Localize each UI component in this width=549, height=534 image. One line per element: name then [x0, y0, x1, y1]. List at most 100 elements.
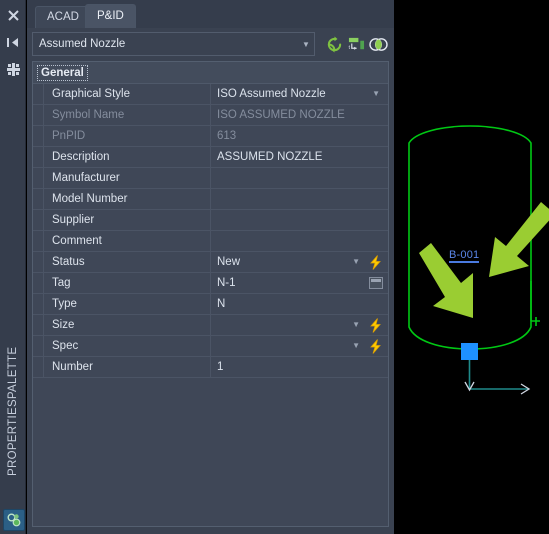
row-indent-marker — [33, 273, 44, 293]
property-label: Type — [52, 298, 77, 310]
property-value[interactable]: N — [217, 298, 225, 310]
property-label: Supplier — [52, 214, 95, 226]
property-row[interactable]: Graphical Style ISO Assumed Nozzle ▼ — [33, 84, 388, 105]
row-indent-marker — [33, 84, 44, 104]
row-indent-marker — [33, 315, 44, 335]
column-divider[interactable] — [210, 84, 211, 104]
panel-options-icon[interactable] — [0, 58, 26, 80]
properties-palette: ACAD P&ID Assumed Nozzle ▼ t General Gra… — [27, 0, 394, 534]
property-row[interactable]: Supplier — [33, 210, 388, 231]
property-value[interactable]: 1 — [217, 361, 223, 373]
palette-left-rail: PROPERTIESPALETTE — [0, 0, 26, 534]
property-label: Size — [52, 319, 75, 331]
property-label: PnPID — [52, 130, 86, 142]
property-label: Description — [52, 151, 110, 163]
column-divider[interactable] — [210, 147, 211, 167]
property-label: Model Number — [52, 193, 128, 205]
property-value[interactable]: ISO ASSUMED NOZZLE — [217, 109, 345, 121]
drawing-canvas[interactable]: B-001 — [395, 0, 549, 534]
row-indent-marker — [33, 168, 44, 188]
properties-grid: General Graphical Style ISO Assumed Nozzl… — [32, 61, 389, 527]
properties-palette-icon[interactable] — [3, 509, 25, 531]
quick-select-icon[interactable]: t — [345, 33, 367, 55]
vessel-drawing — [408, 125, 549, 395]
lightning-bolt-icon[interactable] — [368, 318, 383, 333]
auto-hide-icon[interactable] — [0, 31, 26, 53]
property-row[interactable]: Type N — [33, 294, 388, 315]
close-icon[interactable] — [0, 4, 26, 26]
object-type-combo[interactable]: Assumed Nozzle ▼ — [32, 32, 315, 56]
property-label: Tag — [52, 277, 71, 289]
tab-pid[interactable]: P&ID — [85, 4, 136, 28]
tag-dialog-button[interactable] — [369, 277, 383, 289]
property-label: Graphical Style — [52, 88, 130, 100]
column-divider[interactable] — [210, 252, 211, 272]
property-value[interactable]: N-1 — [217, 277, 236, 289]
property-value[interactable]: 613 — [217, 130, 236, 142]
row-indent-marker — [33, 105, 44, 125]
column-divider[interactable] — [210, 168, 211, 188]
chevron-down-icon[interactable]: ▼ — [298, 33, 314, 55]
application-window: PROPERTIESPALETTE ACAD P&ID Assumed Nozz… — [0, 0, 549, 534]
property-row[interactable]: Comment — [33, 231, 388, 252]
property-value[interactable]: New — [217, 256, 240, 268]
property-value[interactable]: ASSUMED NOZZLE — [217, 151, 322, 163]
svg-text:t: t — [348, 44, 350, 50]
object-type-value: Assumed Nozzle — [39, 38, 126, 50]
row-indent-marker — [33, 252, 44, 272]
palette-tab-strip: ACAD P&ID — [27, 0, 394, 28]
column-divider[interactable] — [210, 357, 211, 377]
row-indent-marker — [33, 357, 44, 377]
palette-title-vertical: PROPERTIESPALETTE — [7, 346, 19, 476]
column-divider[interactable] — [210, 336, 211, 356]
column-divider[interactable] — [210, 210, 211, 230]
lightning-bolt-icon[interactable] — [368, 339, 383, 354]
chevron-down-icon[interactable]: ▼ — [352, 321, 360, 329]
column-divider[interactable] — [210, 105, 211, 125]
column-divider[interactable] — [210, 126, 211, 146]
property-row[interactable]: Symbol Name ISO ASSUMED NOZZLE — [33, 105, 388, 126]
property-row[interactable]: Manufacturer — [33, 168, 388, 189]
property-label: Symbol Name — [52, 109, 125, 121]
row-indent-marker — [33, 294, 44, 314]
row-indent-marker — [33, 231, 44, 251]
property-label: Number — [52, 361, 93, 373]
property-value[interactable]: ISO Assumed Nozzle — [217, 88, 326, 100]
property-row[interactable]: Model Number — [33, 189, 388, 210]
property-label: Spec — [52, 340, 79, 352]
lightning-bolt-icon[interactable] — [368, 255, 383, 270]
equipment-tag-label[interactable]: B-001 — [449, 249, 480, 263]
selection-grip — [461, 343, 478, 360]
tab-acad[interactable]: ACAD — [35, 6, 91, 28]
property-row[interactable]: Status New ▼ — [33, 252, 388, 273]
chevron-down-icon[interactable]: ▼ — [352, 258, 360, 266]
property-label: Manufacturer — [52, 172, 120, 184]
row-indent-marker — [33, 189, 44, 209]
property-group-label: General — [37, 64, 88, 81]
nozzle-connector — [530, 281, 540, 322]
property-label: Comment — [52, 235, 102, 247]
property-row[interactable]: Description ASSUMED NOZZLE — [33, 147, 388, 168]
refresh-icon[interactable] — [323, 33, 345, 55]
property-row[interactable]: Spec ▼ — [33, 336, 388, 357]
ucs-axes — [468, 360, 528, 390]
column-divider[interactable] — [210, 189, 211, 209]
column-divider[interactable] — [210, 231, 211, 251]
column-divider[interactable] — [210, 294, 211, 314]
row-indent-marker — [33, 147, 44, 167]
toggle-overlap-icon[interactable] — [367, 33, 389, 55]
annotation-arrow-right — [489, 202, 549, 277]
property-label: Status — [52, 256, 85, 268]
property-row[interactable]: Number 1 — [33, 357, 388, 378]
column-divider[interactable] — [210, 315, 211, 335]
chevron-down-icon[interactable]: ▼ — [372, 90, 380, 98]
property-row[interactable]: Size ▼ — [33, 315, 388, 336]
column-divider[interactable] — [210, 273, 211, 293]
property-row[interactable]: PnPID 613 — [33, 126, 388, 147]
row-indent-marker — [33, 126, 44, 146]
property-row[interactable]: Tag N-1 — [33, 273, 388, 294]
chevron-down-icon[interactable]: ▼ — [352, 342, 360, 350]
property-group-header[interactable]: General — [33, 62, 388, 84]
property-rows: Graphical Style ISO Assumed Nozzle ▼ Symbol… — [33, 84, 388, 378]
row-indent-marker — [33, 336, 44, 356]
